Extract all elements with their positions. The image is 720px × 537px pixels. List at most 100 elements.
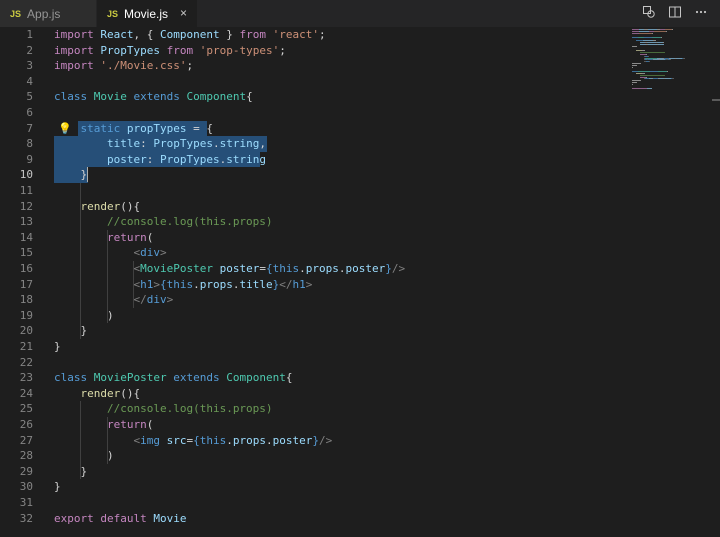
minimap-line (643, 40, 653, 42)
text-cursor (87, 167, 89, 183)
code-token: { (246, 90, 253, 104)
code-editor[interactable]: 1 2 3 4 5 6 7 8 9 10 11 12 13 14 15 16 17 18 19 20 21 22 23 24 2… (0, 27, 720, 537)
minimap-line (667, 70, 668, 72)
code-line[interactable]: poster: PropTypes.string (54, 152, 266, 168)
code-line[interactable]: //console.log(this.props) (54, 214, 273, 230)
more-actions-icon[interactable] (694, 5, 708, 19)
code-line[interactable]: } (54, 339, 61, 355)
line-number: 27 (19, 433, 33, 447)
code-line[interactable]: title: PropTypes.string, (54, 136, 266, 152)
code-line[interactable]: import './Movie.css'; (54, 58, 193, 74)
code-token: ; (279, 43, 286, 57)
code-line[interactable]: export default Movie (54, 511, 186, 527)
code-token: } (54, 464, 88, 478)
line-number: 30 (19, 480, 33, 494)
line-number: 2 (26, 43, 33, 57)
minimap-line (666, 30, 667, 32)
code-token: props (199, 277, 233, 291)
code-token: MoviePoster (93, 371, 174, 385)
minimap-line (639, 30, 649, 32)
code-token: Component (159, 28, 220, 41)
code-line[interactable]: } (54, 479, 61, 495)
code-line[interactable]: //console.log(this.props) (54, 401, 273, 417)
code-token: class (54, 90, 94, 104)
minimap-line (647, 87, 652, 89)
code-token: </ (279, 277, 293, 291)
minimap-line (672, 29, 673, 30)
code-token: = { (193, 121, 213, 135)
line-number: 9 (26, 152, 33, 166)
code-token: } (312, 433, 319, 447)
minimap[interactable] (632, 27, 702, 89)
line-number: 19 (19, 308, 33, 322)
minimap-line (665, 29, 672, 30)
code-token: PropTypes (100, 43, 167, 57)
minimap-line (632, 29, 639, 30)
line-number: 28 (19, 449, 33, 463)
code-line[interactable]: import React, { Component } from 'react'… (54, 27, 326, 43)
minimap-line (645, 57, 657, 59)
code-line[interactable]: <h1>{this.props.title}</h1> (54, 277, 312, 293)
minimap-line (632, 84, 633, 86)
code-token: MoviePoster (140, 262, 220, 275)
minimap-line (652, 36, 661, 38)
open-changes-icon[interactable] (642, 5, 656, 19)
split-editor-icon[interactable] (668, 5, 682, 19)
code-token: class (54, 371, 94, 385)
code-line[interactable]: <div> (54, 245, 166, 261)
line-number: 12 (19, 199, 33, 213)
code-line[interactable]: class Movie extends Component{ (54, 89, 253, 105)
code-token: (){ (120, 386, 141, 400)
minimap-line (658, 44, 664, 46)
line-number: 18 (19, 293, 33, 307)
tab-app-js[interactable]: JS App.js (0, 0, 96, 27)
code-token: extends (133, 90, 187, 104)
tab-label: Movie.js (124, 6, 169, 21)
code-line[interactable]: import PropTypes from 'prop-types'; (54, 43, 286, 59)
code-token: , { (133, 28, 160, 41)
minimap-line (672, 78, 674, 80)
code-line[interactable]: render(){ (54, 386, 141, 402)
line-number: 1 (26, 28, 33, 41)
minimap-line (632, 46, 637, 48)
code-token: Component (226, 371, 286, 385)
scrollbar-marker[interactable] (712, 99, 720, 101)
code-token: this (199, 433, 227, 447)
code-line[interactable]: class MoviePoster extends Component{ (54, 370, 292, 386)
lightbulb-icon[interactable]: 💡 (58, 121, 72, 136)
code-token: ( (146, 418, 154, 431)
code-token: , (259, 137, 266, 151)
code-token: extends (173, 371, 227, 385)
code-token: div (146, 293, 167, 307)
code-line[interactable]: render(){ (54, 199, 141, 215)
minimap-line (650, 70, 658, 72)
code-line[interactable]: } (54, 464, 87, 480)
code-token: //console.log(this.props) (106, 402, 273, 416)
minimap-line (642, 49, 645, 51)
code-line[interactable]: ) (54, 308, 114, 324)
code-line[interactable]: ) (54, 448, 114, 464)
code-token: { (265, 262, 273, 275)
code-token: Component (186, 90, 247, 104)
line-number: 17 (19, 277, 33, 291)
code-line[interactable]: </div> (54, 292, 173, 308)
close-icon[interactable]: × (180, 6, 187, 20)
code-line[interactable]: return( (54, 230, 153, 246)
code-line[interactable]: <MoviePoster poster={this.props.poster}/… (54, 261, 405, 277)
code-token: 'react' (272, 28, 319, 41)
code-line[interactable]: } (54, 167, 87, 183)
tab-movie-js[interactable]: JS Movie.js × (97, 0, 197, 27)
code-token: render (80, 386, 121, 400)
code-line[interactable]: } (54, 323, 87, 339)
code-line[interactable]: return( (54, 417, 153, 433)
minimap-line (632, 65, 637, 67)
code-line[interactable]: static propTypes = { (54, 121, 213, 137)
code-token: ( (146, 230, 154, 244)
code-line[interactable]: <img src={this.props.poster}/> (54, 433, 332, 449)
code-token: /> (318, 433, 333, 447)
code-token: React (100, 28, 134, 41)
